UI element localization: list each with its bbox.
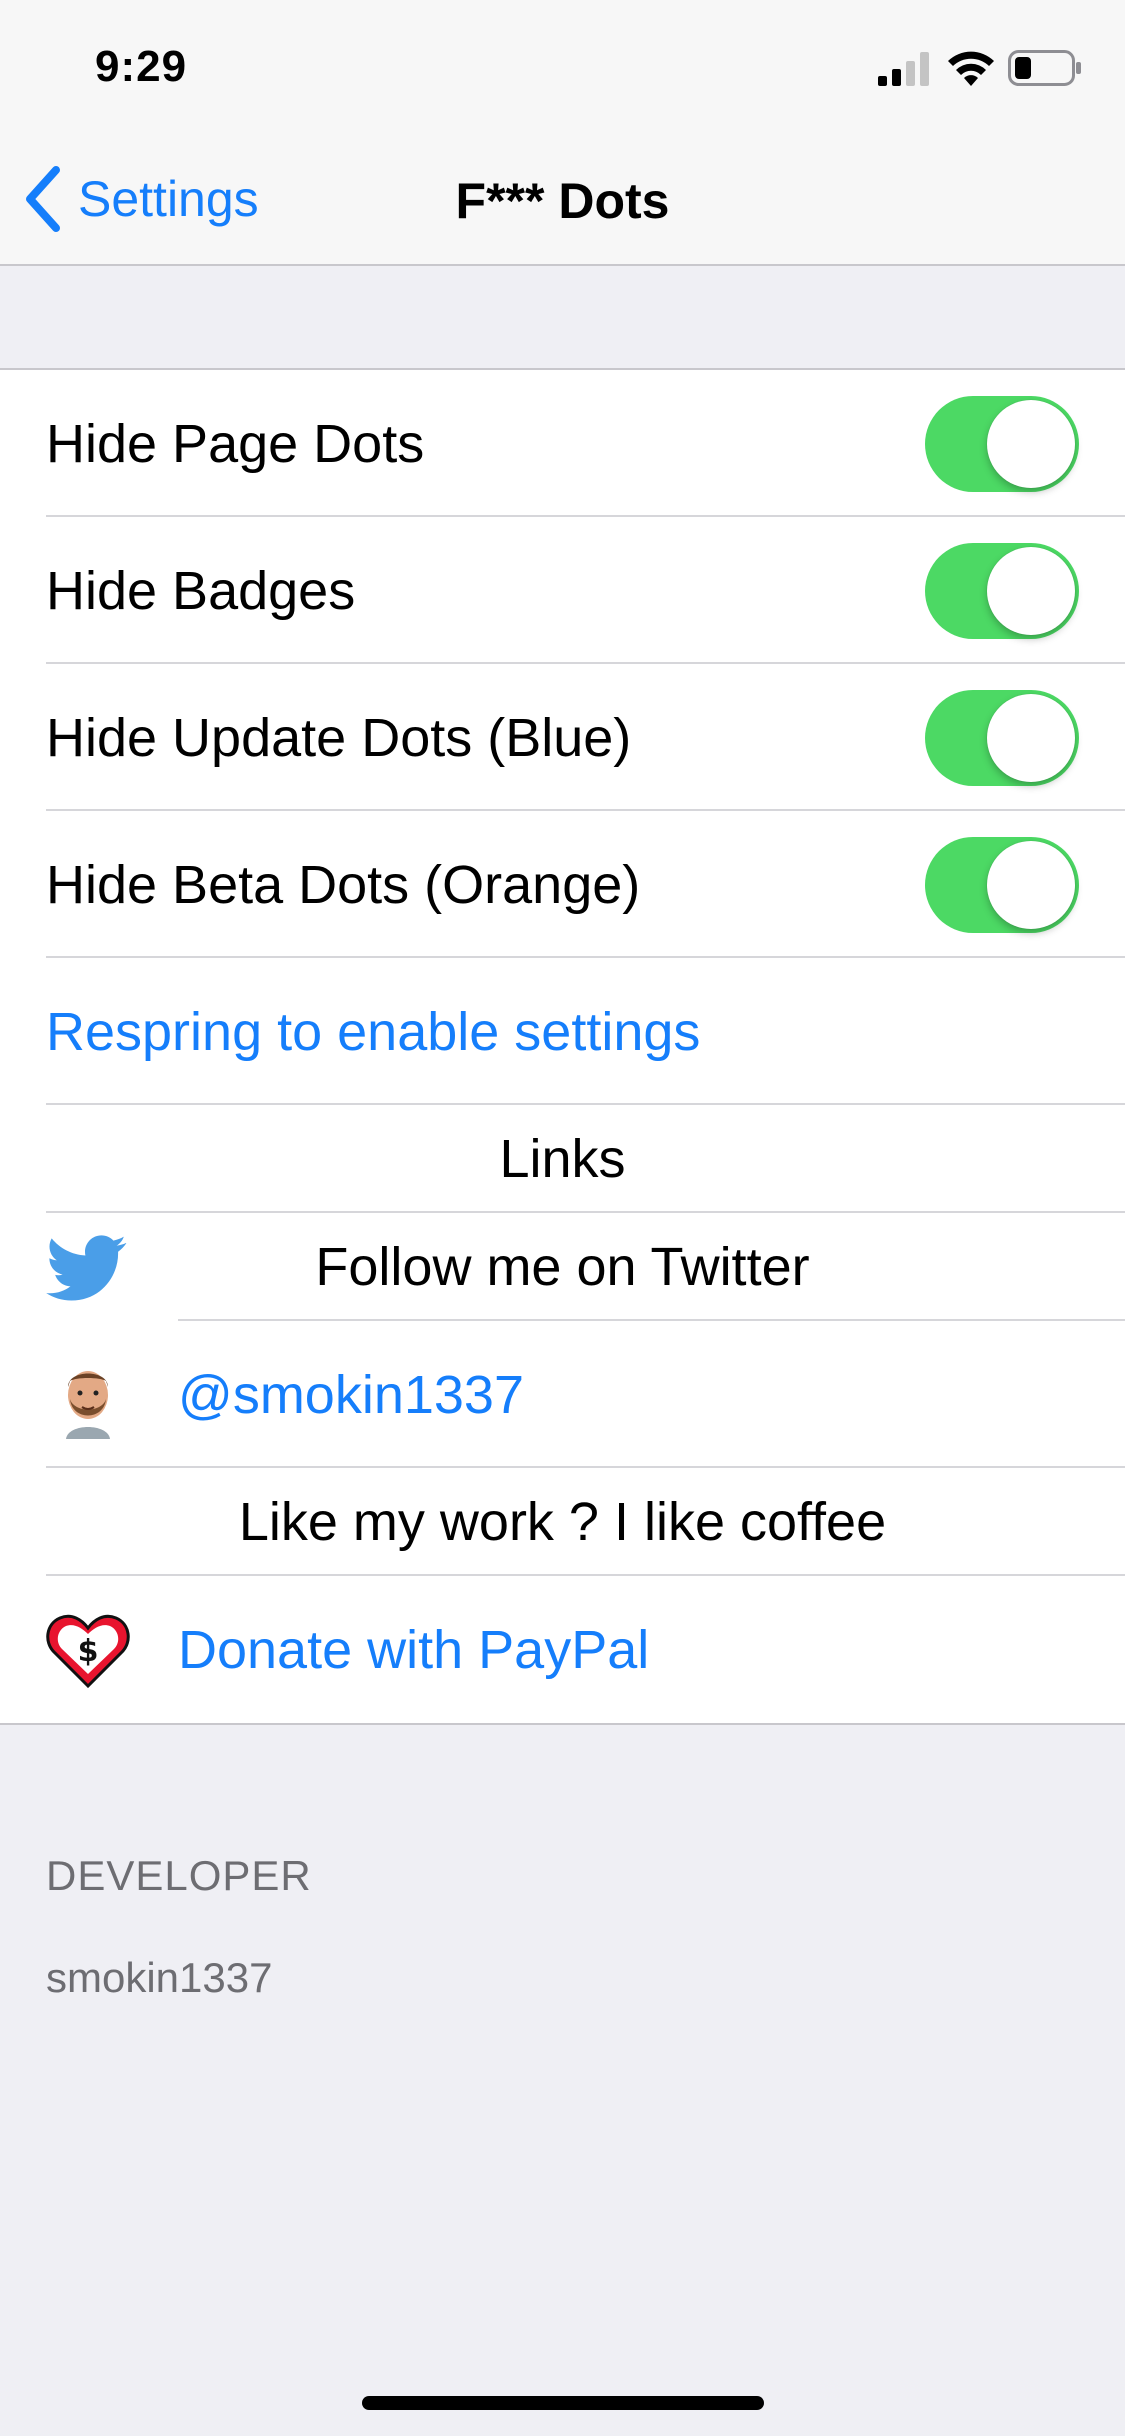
toggle-row-hide-page-dots: Hide Page Dots — [0, 370, 1125, 517]
signal-icon — [878, 52, 929, 86]
developer-section-header: DEVELOPER — [46, 1852, 312, 1899]
avatar-icon — [66, 1371, 110, 1439]
page-title-text: F*** Dots — [455, 173, 670, 229]
wifi-icon — [948, 51, 994, 86]
svg-text:$: $ — [78, 1634, 99, 1669]
home-indicator[interactable] — [362, 2396, 764, 2410]
toggle-row-hide-update-dots: Hide Update Dots (Blue) — [0, 664, 1125, 811]
hide-update-dots-switch[interactable] — [925, 690, 1079, 786]
switch-knob — [987, 841, 1075, 929]
links-header-row: Links — [0, 1105, 1125, 1213]
respring-row[interactable]: Respring to enable settings — [0, 958, 1125, 1105]
hide-page-dots-switch[interactable] — [925, 396, 1079, 492]
twitter-label: Follow me on Twitter — [315, 1237, 810, 1297]
screen: 9:29 Settings F*** Dots Hide Page Dots H… — [0, 0, 1125, 2436]
coffee-row: Like my work ? I like coffee — [0, 1468, 1125, 1576]
nav-bar: Settings F*** Dots — [0, 132, 1125, 266]
heart-dollar-icon: $ — [46, 1614, 130, 1689]
status-bar: 9:29 — [0, 0, 1125, 132]
toggle-label: Hide Badges — [46, 560, 356, 621]
coffee-label: Like my work ? I like coffee — [238, 1492, 887, 1552]
switch-knob — [987, 400, 1075, 488]
hide-badges-switch[interactable] — [925, 543, 1079, 639]
page-title: F*** Dots — [0, 172, 1125, 230]
donate-row[interactable]: $ Donate with PayPal — [0, 1576, 1125, 1723]
switch-knob — [987, 694, 1075, 782]
toggle-label: Hide Page Dots — [46, 413, 425, 474]
respring-button[interactable]: Respring to enable settings — [0, 1001, 700, 1063]
settings-group: Hide Page Dots Hide Badges Hide Update D… — [0, 368, 1125, 1725]
twitter-bird-icon — [46, 1235, 127, 1301]
toggle-label: Hide Update Dots (Blue) — [46, 707, 632, 768]
links-header: Links — [499, 1129, 626, 1189]
toggle-row-hide-badges: Hide Badges — [0, 517, 1125, 664]
developer-name: smokin1337 — [46, 1954, 273, 2001]
toggle-row-hide-beta-dots: Hide Beta Dots (Orange) — [0, 811, 1125, 958]
twitter-row[interactable]: Follow me on Twitter — [0, 1213, 1125, 1321]
hide-beta-dots-switch[interactable] — [925, 837, 1079, 933]
toggle-label: Hide Beta Dots (Orange) — [46, 854, 641, 915]
twitter-handle-row[interactable]: @smokin1337 — [0, 1321, 1125, 1468]
switch-knob — [987, 547, 1075, 635]
battery-icon — [1008, 50, 1081, 86]
status-time: 9:29 — [95, 42, 188, 91]
